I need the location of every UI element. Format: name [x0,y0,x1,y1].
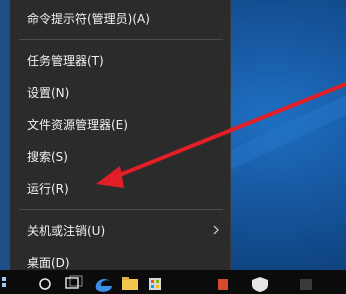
file-explorer-icon[interactable] [122,277,138,290]
start-icon[interactable] [2,277,6,287]
edge-icon[interactable] [95,278,112,292]
search-icon[interactable] [39,278,51,290]
store-icon[interactable] [149,278,161,290]
tray-icon[interactable] [300,279,312,290]
defender-icon[interactable] [252,277,268,292]
task-view-icon[interactable] [65,275,83,289]
app-icon[interactable] [218,279,228,290]
taskbar-icons [2,275,312,292]
